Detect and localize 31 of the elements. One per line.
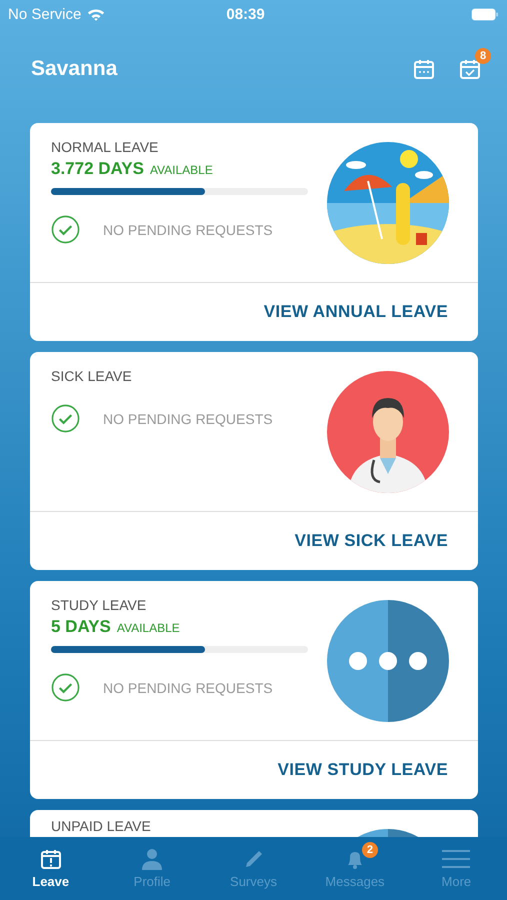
- days-value: 3.772 DAYS: [51, 159, 144, 179]
- calendar-check-icon[interactable]: [459, 58, 481, 80]
- view-leave-link[interactable]: VIEW SICK LEAVE: [294, 531, 448, 551]
- leave-type-label: NORMAL LEAVE: [51, 139, 160, 155]
- check-circle-icon: [51, 673, 80, 702]
- notification-badge: 8: [475, 48, 491, 64]
- view-leave-link[interactable]: VIEW ANNUAL LEAVE: [264, 302, 448, 322]
- tab-item[interactable]: Leave: [0, 837, 102, 900]
- view-leave-link[interactable]: VIEW STUDY LEAVE: [278, 760, 448, 780]
- status-text: NO PENDING REQUESTS: [103, 410, 273, 426]
- notification-badge: 2: [362, 842, 378, 858]
- calendar-icon[interactable]: [413, 58, 435, 80]
- available-label: AVAILABLE: [150, 163, 213, 177]
- wifi-icon: [87, 8, 106, 20]
- battery-icon: [471, 8, 499, 20]
- more-icon: [326, 598, 450, 722]
- person-icon: [141, 848, 164, 870]
- check-circle-icon: [51, 215, 80, 244]
- clock-text: 08:39: [226, 6, 266, 22]
- screen-title: Savanna: [31, 57, 118, 81]
- check-circle-icon: [51, 404, 80, 433]
- leave-type-label: SICK LEAVE: [51, 368, 133, 384]
- menu-icon: [441, 848, 472, 870]
- calendar-alert-icon: [40, 848, 62, 870]
- status-text: NO PENDING REQUESTS: [103, 222, 273, 238]
- days-value: 5 DAYS: [51, 617, 111, 637]
- status-text: NO PENDING REQUESTS: [103, 680, 273, 696]
- carrier-text: No Service: [8, 6, 82, 22]
- leave-type-label: UNPAID LEAVE: [51, 818, 152, 834]
- leave-type-label: STUDY LEAVE: [51, 597, 148, 613]
- available-label: AVAILABLE: [116, 621, 180, 635]
